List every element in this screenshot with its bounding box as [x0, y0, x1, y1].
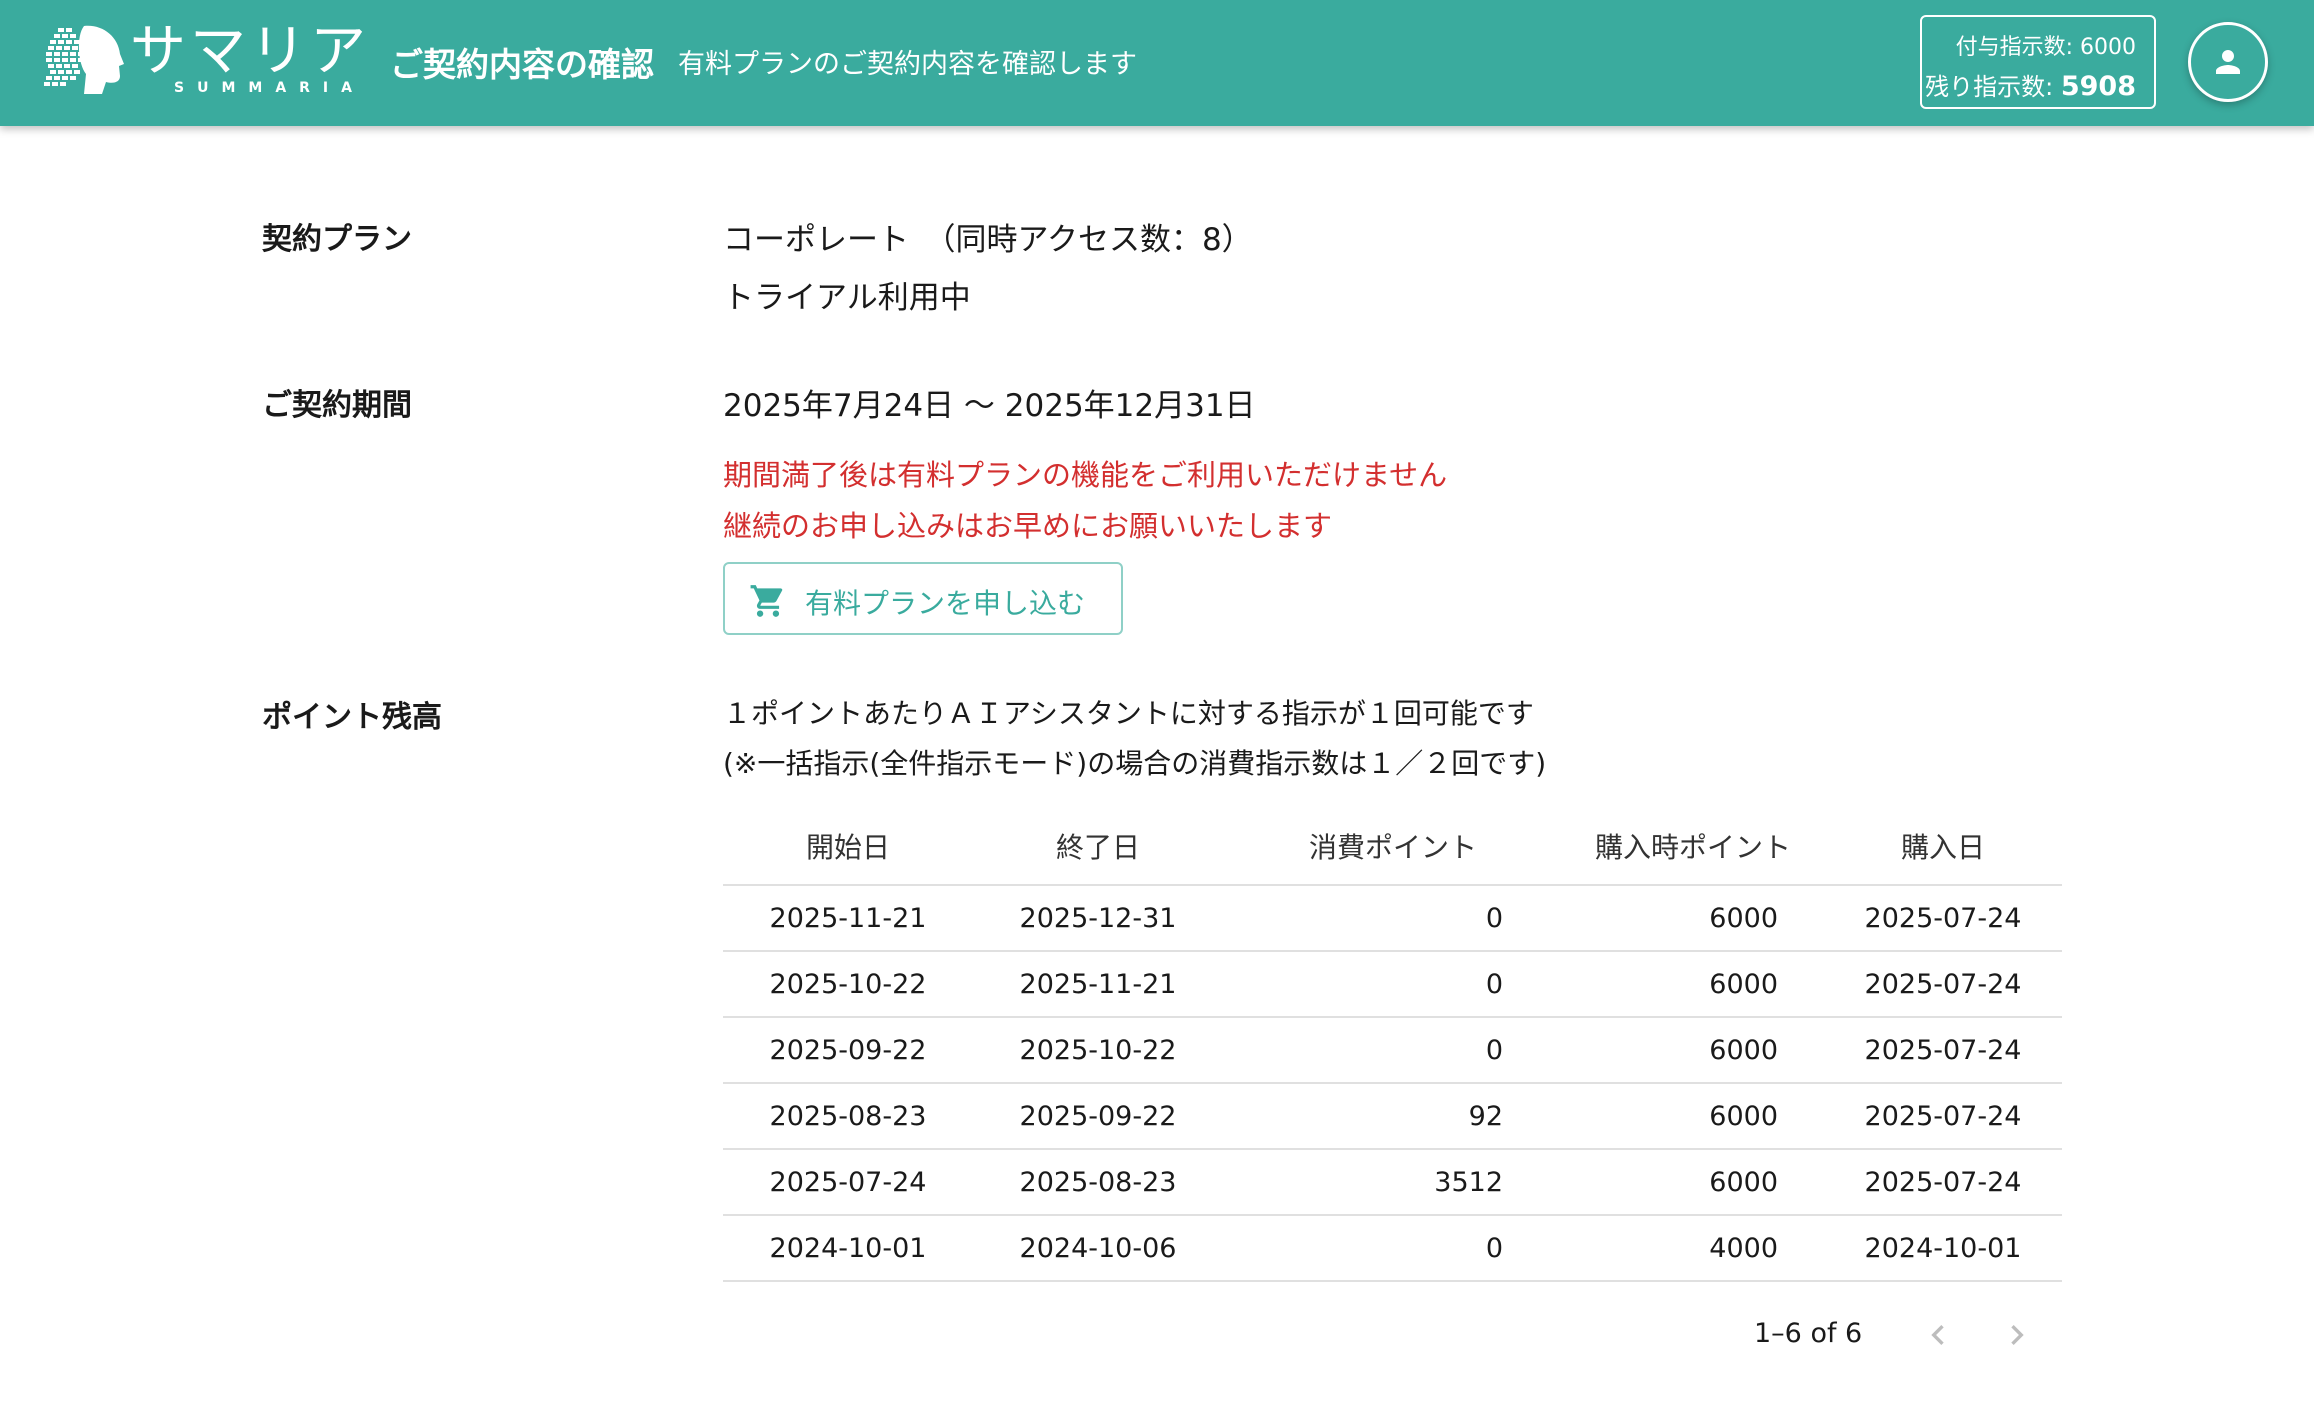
- remaining-instructions: 残り指示数: 5908: [1925, 67, 2136, 102]
- period-label: ご契約期間: [262, 388, 412, 423]
- cell-purchase-date: 2025-07-24: [1864, 1101, 2022, 1132]
- plan-label: 契約プラン: [262, 222, 412, 257]
- chevron-right-icon: [2011, 1324, 2024, 1345]
- cell-purchase-date: 2025-07-24: [1864, 1167, 2022, 1198]
- granted-instructions: 付与指示数: 6000: [1955, 35, 2136, 60]
- cell-consumed-points: 0: [1485, 969, 1503, 1000]
- points-table: 開始日 終了日 消費ポイント 購入時ポイント 購入日 2025-11-21 20…: [723, 818, 2062, 1282]
- table-row: 2025-08-23 2025-09-22 92 6000 2025-07-24: [723, 1084, 2062, 1150]
- cell-start-date: 2025-11-21: [769, 903, 927, 934]
- cell-end-date: 2024-10-06: [1019, 1233, 1177, 1264]
- cell-purchased-points: 4000: [1709, 1233, 1778, 1264]
- header-consumed-points[interactable]: 消費ポイント: [1243, 818, 1543, 878]
- period-range: 2025年7月24日 〜 2025年12月31日: [723, 388, 1256, 424]
- header-end-date[interactable]: 終了日: [973, 818, 1223, 878]
- cell-purchase-date: 2025-07-24: [1864, 969, 2022, 1000]
- points-label: ポイント残高: [262, 700, 442, 735]
- chevron-left-icon: [1931, 1324, 1944, 1345]
- plan-name: コーポレート （同時アクセス数：8）: [723, 222, 1253, 258]
- prev-page-button[interactable]: [1914, 1312, 1962, 1360]
- period-warning-1: 期間満了後は有料プランの機能をご利用いただけません: [723, 458, 1448, 492]
- table-row: 2025-11-21 2025-12-31 0 6000 2025-07-24: [723, 886, 2062, 952]
- cell-purchased-points: 6000: [1709, 969, 1778, 1000]
- apply-paid-plan-button[interactable]: 有料プランを申し込む: [723, 562, 1123, 635]
- instruction-count-box: 付与指示数: 6000 残り指示数: 5908: [1920, 15, 2156, 109]
- remaining-label: 残り指示数:: [1925, 73, 2054, 101]
- table-row: 2025-07-24 2025-08-23 3512 6000 2025-07-…: [723, 1150, 2062, 1216]
- cell-end-date: 2025-12-31: [1019, 903, 1177, 934]
- page-subtitle: 有料プランのご契約内容を確認します: [678, 49, 1137, 80]
- cell-consumed-points: 3512: [1434, 1167, 1503, 1198]
- cell-end-date: 2025-08-23: [1019, 1167, 1177, 1198]
- page-title: ご契約内容の確認: [390, 45, 654, 84]
- cell-purchase-date: 2024-10-01: [1864, 1233, 2022, 1264]
- period-warning-2: 継続のお申し込みはお早めにお願いいたします: [723, 509, 1333, 543]
- header-start-date[interactable]: 開始日: [723, 818, 973, 878]
- cell-start-date: 2025-07-24: [769, 1167, 927, 1198]
- cell-start-date: 2024-10-01: [769, 1233, 927, 1264]
- cell-end-date: 2025-11-21: [1019, 969, 1177, 1000]
- header-purchased-points[interactable]: 購入時ポイント: [1543, 818, 1843, 878]
- apply-button-label: 有料プランを申し込む: [805, 587, 1086, 620]
- cell-purchased-points: 6000: [1709, 903, 1778, 934]
- cell-consumed-points: 0: [1485, 1233, 1503, 1264]
- next-page-button[interactable]: [1993, 1312, 2041, 1360]
- app-header: サマリア SUMMARIA ご契約内容の確認 有料プランのご契約内容を確認します…: [0, 0, 2314, 126]
- cell-purchase-date: 2025-07-24: [1864, 903, 2022, 934]
- cell-start-date: 2025-09-22: [769, 1035, 927, 1066]
- pagination-range: 1–6 of 6: [1754, 1318, 1863, 1349]
- cell-consumed-points: 0: [1485, 903, 1503, 934]
- cell-purchased-points: 6000: [1709, 1035, 1778, 1066]
- cell-purchased-points: 6000: [1709, 1167, 1778, 1198]
- header-purchase-date[interactable]: 購入日: [1823, 818, 2063, 878]
- logo-text: サマリア: [130, 19, 370, 84]
- cell-end-date: 2025-10-22: [1019, 1035, 1177, 1066]
- cell-start-date: 2025-08-23: [769, 1101, 927, 1132]
- cell-start-date: 2025-10-22: [769, 969, 927, 1000]
- cell-purchased-points: 6000: [1709, 1101, 1778, 1132]
- table-row: 2024-10-01 2024-10-06 0 4000 2024-10-01: [723, 1216, 2062, 1282]
- points-note-2: (※一括指示(全件指示モード)の場合の消費指示数は１／２回です): [723, 747, 1547, 780]
- points-note-1: １ポイントあたりＡＩアシスタントに対する指示が１回可能です: [723, 697, 1534, 730]
- table-row: 2025-10-22 2025-11-21 0 6000 2025-07-24: [723, 952, 2062, 1018]
- cell-purchase-date: 2025-07-24: [1864, 1035, 2022, 1066]
- cell-consumed-points: 0: [1485, 1035, 1503, 1066]
- shopping-cart-icon: [750, 585, 783, 617]
- cell-end-date: 2025-09-22: [1019, 1101, 1177, 1132]
- logo-head-icon: [44, 25, 124, 94]
- logo[interactable]: サマリア SUMMARIA: [44, 20, 366, 100]
- plan-status: トライアル利用中: [723, 280, 971, 316]
- table-header-row: 開始日 終了日 消費ポイント 購入時ポイント 購入日: [723, 818, 2062, 886]
- logo-subtext: SUMMARIA: [174, 80, 365, 96]
- table-row: 2025-09-22 2025-10-22 0 6000 2025-07-24: [723, 1018, 2062, 1084]
- user-avatar-button[interactable]: [2188, 22, 2268, 102]
- person-icon: [2216, 50, 2240, 74]
- cell-consumed-points: 92: [1468, 1101, 1503, 1132]
- remaining-value: 5908: [2060, 71, 2136, 102]
